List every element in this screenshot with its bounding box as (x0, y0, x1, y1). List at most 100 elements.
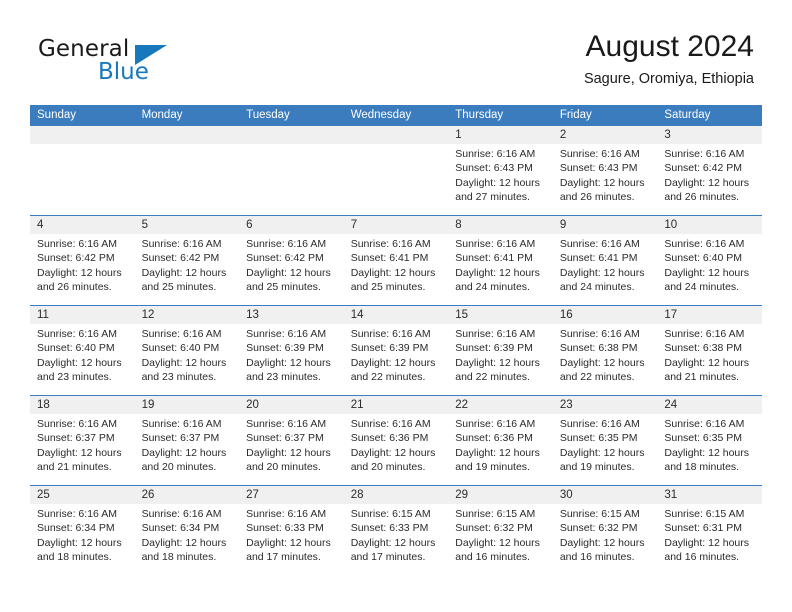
calendar-empty-cell (30, 126, 135, 216)
day-number: 21 (343, 396, 449, 414)
day-detail-line: Sunrise: 6:15 AM (350, 508, 431, 520)
day-detail-line: Daylight: 12 hours (559, 266, 645, 279)
day-cell-inner: 24 Sunrise: 6:16 AM Sunset: 6:35 PM Dayligh… (657, 396, 762, 485)
calendar-day-cell[interactable]: 29 Sunrise: 6:15 AM Sunset: 6:32 PM Dayligh… (448, 485, 553, 575)
day-detail-line: and 21 minutes. (664, 371, 740, 384)
calendar-day-cell[interactable]: 26 Sunrise: 6:16 AM Sunset: 6:34 PM Dayligh… (134, 485, 240, 575)
day-detail-line: Daylight: 12 hours (455, 266, 540, 279)
day-detail-line: Sunset: 6:33 PM (350, 522, 429, 535)
day-detail-line: Sunset: 6:38 PM (559, 342, 638, 355)
day-detail-line: Daylight: 12 hours (559, 446, 645, 459)
calendar-day-cell[interactable]: 2 Sunrise: 6:16 AM Sunset: 6:43 PM Daylight… (552, 126, 658, 216)
day-detail-line: Sunset: 6:42 PM (141, 252, 220, 265)
day-detail-line: Daylight: 12 hours (455, 536, 540, 549)
day-number: 6 (239, 216, 344, 234)
calendar-day-cell[interactable]: 5 Sunrise: 6:16 AM Sunset: 6:42 PM Daylight… (134, 215, 240, 306)
day-detail-line: and 26 minutes. (664, 191, 740, 204)
calendar-day-cell[interactable]: 25 Sunrise: 6:16 AM Sunset: 6:34 PM Dayligh… (30, 485, 135, 575)
day-number: 10 (657, 216, 762, 234)
day-detail-line: Sunset: 6:42 PM (246, 252, 324, 265)
day-detail-line: and 20 minutes. (141, 461, 217, 474)
day-details: Sunrise: 6:16 AM Sunset: 6:42 PM Daylight:… (239, 234, 344, 295)
calendar-day-cell[interactable]: 13 Sunrise: 6:16 AM Sunset: 6:39 PM Dayligh… (239, 305, 344, 396)
day-detail-line: and 22 minutes. (455, 371, 530, 384)
calendar-day-cell[interactable]: 21 Sunrise: 6:16 AM Sunset: 6:36 PM Dayligh… (343, 395, 449, 486)
calendar-day-cell[interactable]: 10 Sunrise: 6:16 AM Sunset: 6:40 PM Dayligh… (657, 215, 762, 306)
day-detail-line: and 18 minutes. (141, 551, 217, 564)
calendar-day-cell[interactable]: 1 Sunrise: 6:16 AM Sunset: 6:43 PM Daylight… (448, 126, 553, 216)
calendar-week-row: 25 Sunrise: 6:16 AM Sunset: 6:34 PM Dayligh… (30, 485, 762, 575)
calendar-day-cell[interactable]: 30 Sunrise: 6:15 AM Sunset: 6:32 PM Dayligh… (552, 485, 658, 575)
day-detail-line: Sunset: 6:41 PM (350, 252, 429, 265)
weekday-header-thursday: Thursday (448, 105, 553, 126)
calendar-day-cell[interactable]: 18 Sunrise: 6:16 AM Sunset: 6:37 PM Dayligh… (30, 395, 135, 486)
day-detail-line: Daylight: 12 hours (141, 266, 227, 279)
day-number: 16 (552, 306, 658, 324)
calendar-day-cell[interactable]: 11 Sunrise: 6:16 AM Sunset: 6:40 PM Dayligh… (30, 305, 135, 396)
calendar-day-cell[interactable]: 20 Sunrise: 6:16 AM Sunset: 6:37 PM Dayligh… (239, 395, 344, 486)
day-detail-line: and 19 minutes. (559, 461, 635, 474)
calendar-day-cell[interactable]: 9 Sunrise: 6:16 AM Sunset: 6:41 PM Daylight… (552, 215, 658, 306)
calendar-day-cell[interactable]: 14 Sunrise: 6:16 AM Sunset: 6:39 PM Dayligh… (343, 305, 449, 396)
day-number: 23 (552, 396, 658, 414)
day-detail-line: Sunset: 6:35 PM (664, 432, 743, 445)
calendar-day-cell[interactable]: 16 Sunrise: 6:16 AM Sunset: 6:38 PM Dayligh… (552, 305, 658, 396)
day-cell-inner: 5 Sunrise: 6:16 AM Sunset: 6:42 PM Daylight… (134, 216, 240, 305)
calendar-day-cell[interactable]: 31 Sunrise: 6:15 AM Sunset: 6:31 PM Dayligh… (657, 485, 762, 575)
calendar-day-cell[interactable]: 24 Sunrise: 6:16 AM Sunset: 6:35 PM Dayligh… (657, 395, 762, 486)
page-title: August 2024 (585, 30, 754, 63)
day-details: Sunrise: 6:16 AM Sunset: 6:37 PM Daylight:… (30, 414, 135, 475)
day-details: Sunrise: 6:16 AM Sunset: 6:34 PM Daylight:… (135, 504, 240, 565)
calendar-day-cell[interactable]: 7 Sunrise: 6:16 AM Sunset: 6:41 PM Daylight… (343, 215, 449, 306)
day-cell-inner: 18 Sunrise: 6:16 AM Sunset: 6:37 PM Dayligh… (30, 396, 135, 485)
calendar-day-cell[interactable]: 3 Sunrise: 6:16 AM Sunset: 6:42 PM Daylight… (657, 126, 762, 216)
day-details (135, 144, 240, 147)
calendar-day-cell[interactable]: 6 Sunrise: 6:16 AM Sunset: 6:42 PM Daylight… (239, 215, 344, 306)
calendar-day-cell[interactable]: 12 Sunrise: 6:16 AM Sunset: 6:40 PM Dayligh… (134, 305, 240, 396)
calendar-day-cell[interactable]: 27 Sunrise: 6:16 AM Sunset: 6:33 PM Dayligh… (239, 485, 344, 575)
day-number: 18 (30, 396, 135, 414)
calendar-day-cell[interactable]: 22 Sunrise: 6:16 AM Sunset: 6:36 PM Dayligh… (448, 395, 553, 486)
day-number: 11 (30, 306, 135, 324)
day-detail-line: Sunset: 6:39 PM (350, 342, 429, 355)
day-detail-line: Sunrise: 6:16 AM (559, 328, 640, 340)
day-detail-line: Sunset: 6:34 PM (37, 522, 115, 535)
day-detail-line: and 23 minutes. (141, 371, 217, 384)
day-detail-line: Sunrise: 6:16 AM (455, 238, 536, 250)
day-detail-line: Daylight: 12 hours (559, 176, 645, 189)
calendar-day-cell[interactable]: 4 Sunrise: 6:16 AM Sunset: 6:42 PM Daylight… (30, 215, 135, 306)
day-number: 15 (448, 306, 553, 324)
day-cell-inner: 4 Sunrise: 6:16 AM Sunset: 6:42 PM Daylight… (30, 216, 135, 305)
calendar-day-cell[interactable]: 17 Sunrise: 6:16 AM Sunset: 6:38 PM Dayligh… (657, 305, 762, 396)
day-detail-line: and 21 minutes. (37, 461, 112, 474)
calendar-day-cell[interactable]: 23 Sunrise: 6:16 AM Sunset: 6:35 PM Dayligh… (552, 395, 658, 486)
day-detail-line: Sunset: 6:32 PM (455, 522, 533, 535)
day-detail-line: Sunset: 6:41 PM (455, 252, 533, 265)
day-detail-line: and 24 minutes. (664, 281, 740, 294)
day-detail-line: Daylight: 12 hours (350, 266, 436, 279)
day-detail-line: and 26 minutes. (559, 191, 635, 204)
calendar-day-cell[interactable]: 28 Sunrise: 6:15 AM Sunset: 6:33 PM Dayligh… (343, 485, 449, 575)
calendar-day-cell[interactable]: 8 Sunrise: 6:16 AM Sunset: 6:41 PM Daylight… (448, 215, 553, 306)
day-number: 3 (657, 126, 762, 144)
day-detail-line: Sunrise: 6:16 AM (246, 508, 327, 520)
day-cell-inner: 22 Sunrise: 6:16 AM Sunset: 6:36 PM Dayligh… (448, 396, 553, 485)
day-cell-inner: 23 Sunrise: 6:16 AM Sunset: 6:35 PM Dayligh… (552, 396, 658, 485)
day-number: 26 (134, 486, 240, 504)
day-number: 20 (239, 396, 344, 414)
day-cell-inner: 27 Sunrise: 6:16 AM Sunset: 6:33 PM Dayligh… (239, 486, 344, 575)
general-blue-logo[interactable]: General Blue (38, 36, 188, 90)
day-details: Sunrise: 6:16 AM Sunset: 6:37 PM Daylight:… (239, 414, 344, 475)
day-detail-line: Sunset: 6:39 PM (246, 342, 324, 355)
day-detail-line: Sunset: 6:40 PM (141, 342, 220, 355)
day-detail-line: Daylight: 12 hours (664, 356, 750, 369)
day-details: Sunrise: 6:16 AM Sunset: 6:33 PM Daylight:… (239, 504, 344, 565)
day-detail-line: Sunrise: 6:16 AM (559, 238, 640, 250)
calendar-day-cell[interactable]: 19 Sunrise: 6:16 AM Sunset: 6:37 PM Dayligh… (134, 395, 240, 486)
calendar-day-cell[interactable]: 15 Sunrise: 6:16 AM Sunset: 6:39 PM Dayligh… (448, 305, 553, 396)
calendar-empty-cell (239, 126, 344, 216)
day-number: 2 (552, 126, 658, 144)
day-detail-line: and 23 minutes. (246, 371, 321, 384)
day-detail-line: Daylight: 12 hours (246, 446, 331, 459)
day-details: Sunrise: 6:16 AM Sunset: 6:34 PM Daylight:… (30, 504, 135, 565)
